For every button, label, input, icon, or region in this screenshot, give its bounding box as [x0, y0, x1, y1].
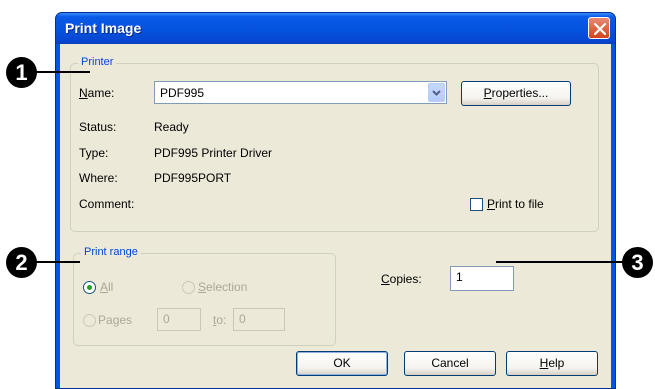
printer-group: Printer Name: PDF995 Properties... Statu…	[70, 56, 599, 232]
type-label: Type:	[79, 146, 109, 160]
print-range-group: Print range All Selection Pages 0 to: 0	[73, 246, 336, 346]
dialog-title: Print Image	[65, 20, 142, 36]
all-radio-label[interactable]: All	[100, 280, 113, 294]
close-button[interactable]	[588, 17, 610, 39]
chevron-down-icon	[432, 90, 441, 96]
printer-name-value: PDF995	[160, 86, 205, 100]
callout-2-line	[35, 261, 80, 263]
properties-button[interactable]: Properties...	[461, 81, 571, 106]
ok-button[interactable]: OK	[296, 351, 388, 376]
pages-to-label: to:	[213, 313, 227, 327]
selection-radio[interactable]	[182, 281, 195, 294]
pages-from-input[interactable]: 0	[157, 308, 201, 331]
printer-group-legend: Printer	[78, 56, 117, 68]
close-x-icon	[593, 22, 607, 36]
status-label: Status:	[79, 120, 117, 134]
cancel-button[interactable]: Cancel	[404, 351, 496, 376]
comment-label: Comment:	[79, 197, 135, 211]
callout-3-line	[496, 261, 624, 263]
dialog-body: Printer Name: PDF995 Properties... Statu…	[60, 44, 611, 388]
type-value: PDF995 Printer Driver	[154, 146, 273, 160]
callout-3: 3	[622, 247, 653, 278]
pages-radio[interactable]	[83, 314, 96, 327]
where-value: PDF995PORT	[154, 171, 232, 185]
print-image-dialog: Print Image Printer Name: PDF995 Propert…	[55, 12, 616, 389]
copies-input[interactable]: 1	[450, 266, 514, 291]
all-radio[interactable]	[83, 281, 96, 294]
status-value: Ready	[154, 120, 189, 134]
pages-to-input[interactable]: 0	[233, 308, 285, 331]
help-button[interactable]: Help	[506, 351, 598, 376]
name-label: Name:	[79, 86, 115, 100]
callout-2: 2	[6, 247, 37, 278]
callout-1: 1	[6, 57, 37, 88]
radio-selected-dot	[87, 285, 92, 290]
selection-radio-label[interactable]: Selection	[198, 280, 247, 294]
where-label: Where:	[79, 171, 118, 185]
pages-radio-label[interactable]: Pages	[98, 313, 132, 327]
print-to-file-checkbox[interactable]	[470, 198, 483, 211]
title-bar[interactable]: Print Image	[56, 13, 615, 44]
print-to-file-label[interactable]: Print to file	[487, 197, 544, 211]
copies-label: Copies:	[381, 272, 422, 286]
printer-name-select[interactable]: PDF995	[154, 81, 447, 104]
print-range-legend: Print range	[81, 246, 141, 258]
callout-1-line	[35, 71, 90, 73]
printer-name-dropdown-button[interactable]	[428, 83, 445, 102]
